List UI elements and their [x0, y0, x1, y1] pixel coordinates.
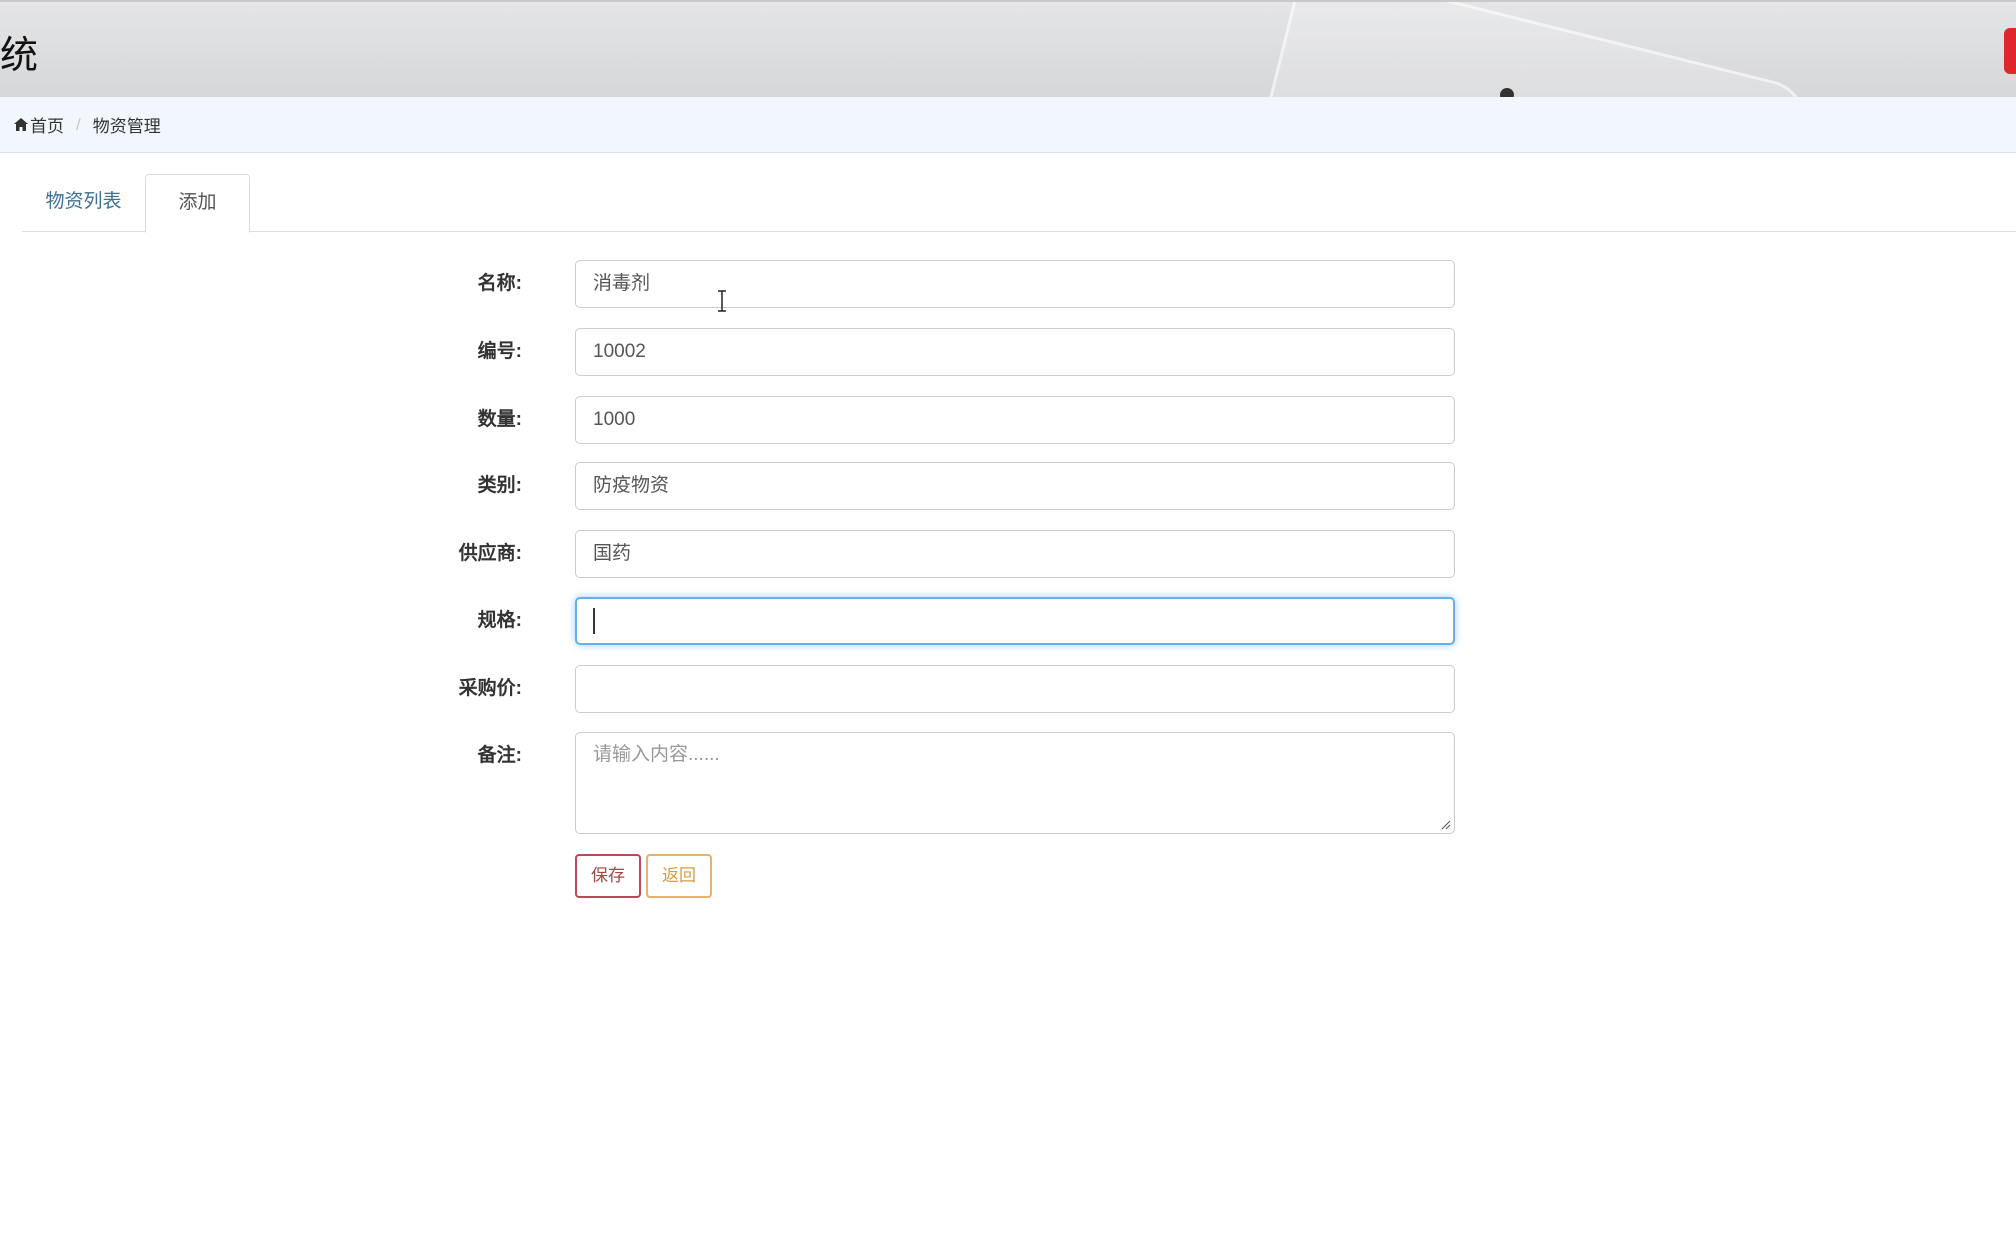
spec-input[interactable]	[575, 597, 1455, 645]
supplier-label: 供应商:	[458, 543, 522, 564]
app-title: 统	[0, 33, 39, 77]
form-row-code: 编号: 10002	[0, 328, 2016, 376]
remark-textarea[interactable]: 请输入内容......	[575, 732, 1455, 834]
header-background-decoration	[1252, 2, 1814, 97]
form-row-category: 类别: 防疫物资	[0, 462, 2016, 510]
spec-label: 规格:	[477, 610, 522, 631]
breadcrumb-home-link[interactable]: 首页	[30, 112, 64, 137]
tab-material-list[interactable]: 物资列表	[22, 174, 145, 232]
header-red-button[interactable]	[2004, 28, 2016, 74]
remark-placeholder: 请输入内容......	[593, 744, 720, 765]
breadcrumb-separator: /	[76, 114, 81, 134]
text-caret	[593, 607, 595, 634]
code-input[interactable]: 10002	[575, 328, 1455, 376]
tab-bar: 物资列表 添加	[22, 174, 2016, 233]
ibeam-cursor-icon	[718, 290, 726, 312]
category-input[interactable]: 防疫物资	[575, 462, 1455, 510]
back-button[interactable]: 返回	[646, 854, 712, 898]
save-button[interactable]: 保存	[575, 854, 641, 898]
name-label: 名称:	[477, 273, 522, 294]
quantity-label: 数量:	[477, 409, 522, 430]
name-input[interactable]: 消毒剂	[575, 260, 1455, 308]
form-row-price: 采购价:	[0, 665, 2016, 713]
form-row-quantity: 数量: 1000	[0, 396, 2016, 444]
home-icon[interactable]	[14, 118, 28, 131]
form-row-supplier: 供应商: 国药	[0, 530, 2016, 578]
form-row-remark: 备注: 请输入内容......	[0, 732, 2016, 834]
form-row-spec: 规格:	[0, 597, 2016, 645]
tab-add[interactable]: 添加	[145, 174, 250, 233]
price-label: 采购价:	[458, 678, 522, 699]
breadcrumb-current: 物资管理	[92, 117, 161, 136]
form-row-name: 名称: 消毒剂	[0, 260, 2016, 308]
code-label: 编号:	[477, 341, 522, 362]
supplier-input[interactable]: 国药	[575, 530, 1455, 578]
remark-label: 备注:	[477, 745, 522, 766]
app-header: 统	[0, 0, 2016, 97]
price-input[interactable]	[575, 665, 1455, 713]
breadcrumb: 首页 / 物资管理	[0, 97, 2016, 153]
header-background-decoration-dot	[1500, 88, 1514, 97]
resize-handle-icon[interactable]	[1441, 820, 1451, 830]
category-label: 类别:	[477, 475, 522, 496]
quantity-input[interactable]: 1000	[575, 396, 1455, 444]
